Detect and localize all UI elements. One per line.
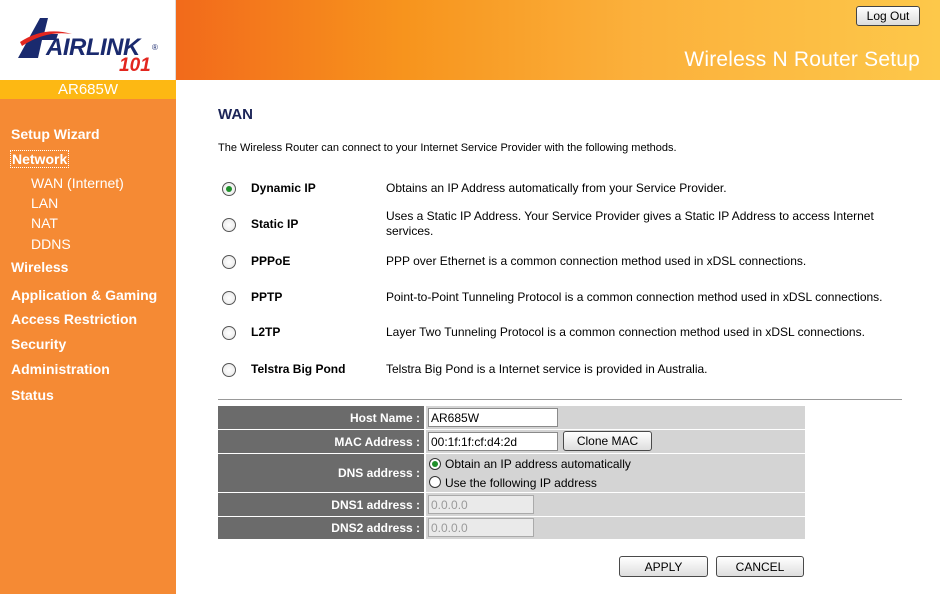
dns2-cell: 0.0.0.0 xyxy=(426,517,805,539)
radio-static-ip[interactable] xyxy=(222,218,236,232)
method-name-static-ip: Static IP xyxy=(251,217,299,231)
dns-auto-label: Obtain an IP address automatically xyxy=(445,457,631,471)
dns-manual-radio[interactable] xyxy=(429,476,441,488)
header-banner: Log Out Wireless N Router Setup xyxy=(176,0,940,80)
method-name-l2tp: L2TP xyxy=(251,325,281,339)
host-name-cell: AR685W xyxy=(426,406,805,429)
radio-pppoe[interactable] xyxy=(222,255,236,269)
method-desc-static-ip: Uses a Static IP Address. Your Service P… xyxy=(386,209,874,238)
form-row-mac-address: MAC Address : 00:1f:1f:cf:d4:2d Clone MA… xyxy=(218,430,805,453)
dns-address-cell: Obtain an IP address automatically Use t… xyxy=(426,454,805,492)
sidebar-item-network[interactable]: Network xyxy=(10,150,70,168)
host-name-label: Host Name : xyxy=(218,406,424,429)
method-desc-telstra-big-pond: Telstra Big Pond is a Internet service i… xyxy=(386,362,708,376)
mac-address-input[interactable]: 00:1f:1f:cf:d4:2d xyxy=(428,432,558,451)
sidebar-subitem-lan[interactable]: LAN xyxy=(31,195,58,211)
logout-button[interactable]: Log Out xyxy=(856,6,920,26)
dns1-label: DNS1 address : xyxy=(218,493,424,516)
mac-address-cell: 00:1f:1f:cf:d4:2d Clone MAC xyxy=(426,430,805,453)
dns1-cell: 0.0.0.0 xyxy=(426,493,805,516)
host-name-input[interactable]: AR685W xyxy=(428,408,558,427)
sidebar-item-wireless[interactable]: Wireless xyxy=(11,259,68,275)
model-name: AR685W xyxy=(0,80,176,99)
divider xyxy=(218,399,902,400)
method-name-pptp: PPTP xyxy=(251,290,283,304)
sidebar-item-application-gaming[interactable]: Application & Gaming xyxy=(11,287,157,303)
method-name-pppoe: PPPoE xyxy=(251,254,291,268)
form-row-host-name: Host Name : AR685W xyxy=(218,406,805,429)
radio-l2tp[interactable] xyxy=(222,326,236,340)
radio-telstra-big-pond[interactable] xyxy=(222,363,236,377)
logo-registered-mark: ® xyxy=(152,43,158,52)
section-heading: WAN xyxy=(218,106,253,123)
method-desc-pptp: Point-to-Point Tunneling Protocol is a c… xyxy=(386,290,883,304)
radio-pptp[interactable] xyxy=(222,291,236,305)
mac-address-label: MAC Address : xyxy=(218,430,424,453)
sidebar-item-status[interactable]: Status xyxy=(11,387,54,403)
logo-number: 101 xyxy=(119,55,151,76)
sidebar-subitem-wan[interactable]: WAN (Internet) xyxy=(31,175,124,191)
method-desc-pppoe: PPP over Ethernet is a common connection… xyxy=(386,254,807,268)
apply-button[interactable]: APPLY xyxy=(619,556,708,577)
dns1-input[interactable]: 0.0.0.0 xyxy=(428,495,534,514)
method-desc-l2tp: Layer Two Tunneling Protocol is a common… xyxy=(386,325,865,339)
radio-dynamic-ip[interactable] xyxy=(222,182,236,196)
form-row-dns-address: DNS address : Obtain an IP address autom… xyxy=(218,454,805,492)
page-title: Wireless N Router Setup xyxy=(684,48,920,71)
intro-text: The Wireless Router can connect to your … xyxy=(218,142,677,154)
sidebar-item-security[interactable]: Security xyxy=(11,336,66,352)
method-name-dynamic-ip: Dynamic IP xyxy=(251,181,316,195)
logo: AIRLINK ® 101 xyxy=(0,0,176,80)
sidebar-item-setup-wizard[interactable]: Setup Wizard xyxy=(11,126,100,142)
sidebar-item-administration[interactable]: Administration xyxy=(11,361,110,377)
form-row-dns2: DNS2 address : 0.0.0.0 xyxy=(218,517,805,539)
method-name-telstra-big-pond: Telstra Big Pond xyxy=(251,362,346,376)
cancel-button[interactable]: CANCEL xyxy=(716,556,804,577)
dns2-label: DNS2 address : xyxy=(218,517,424,539)
method-desc-dynamic-ip: Obtains an IP Address automatically from… xyxy=(386,181,727,195)
dns2-input[interactable]: 0.0.0.0 xyxy=(428,518,534,537)
sidebar: Setup Wizard Network WAN (Internet) LAN … xyxy=(0,99,176,594)
clone-mac-button[interactable]: Clone MAC xyxy=(563,431,652,451)
sidebar-subitem-ddns[interactable]: DDNS xyxy=(31,236,71,252)
form-row-dns1: DNS1 address : 0.0.0.0 xyxy=(218,493,805,516)
dns-manual-label: Use the following IP address xyxy=(445,476,597,490)
dns-auto-radio[interactable] xyxy=(429,458,441,470)
dns-address-label: DNS address : xyxy=(218,454,424,492)
sidebar-item-access-restriction[interactable]: Access Restriction xyxy=(11,311,137,327)
sidebar-subitem-nat[interactable]: NAT xyxy=(31,215,58,231)
